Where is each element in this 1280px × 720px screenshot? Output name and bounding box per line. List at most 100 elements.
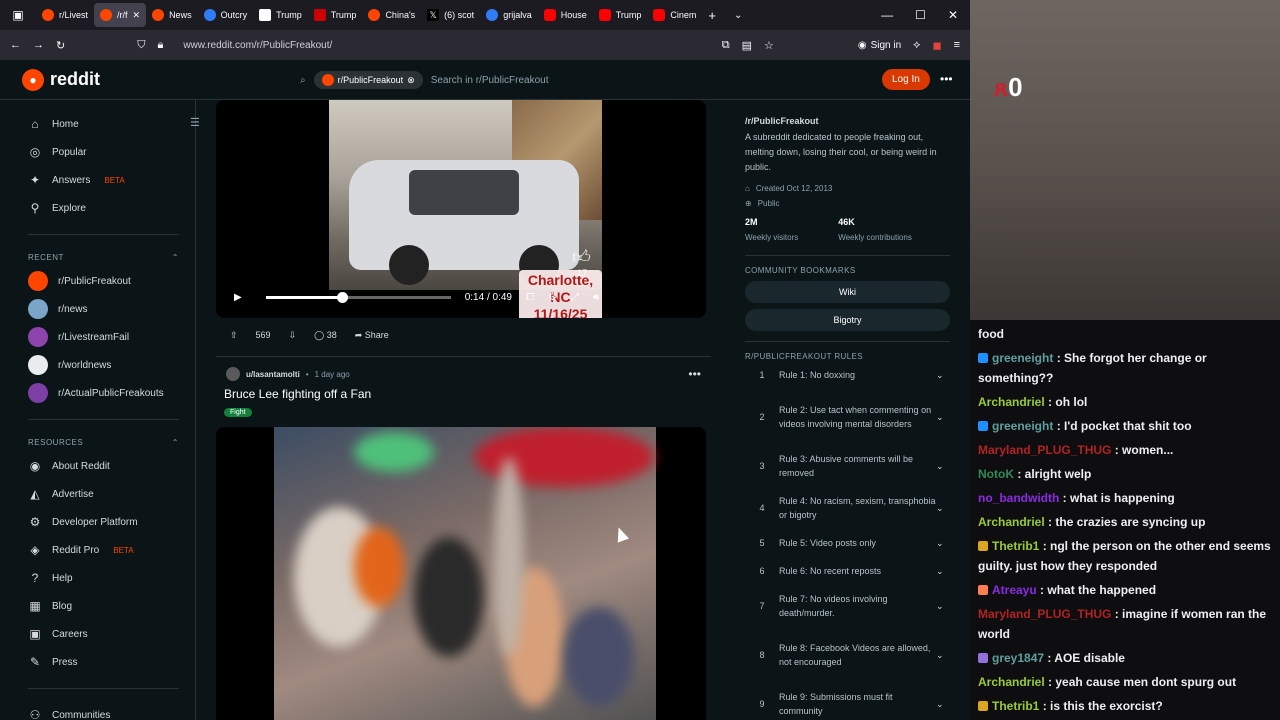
chat-username[interactable]: Archandriel (978, 675, 1045, 689)
browser-tab[interactable]: Trump (593, 0, 648, 30)
sidebar-item-community[interactable]: r/PublicFreakout (28, 267, 179, 295)
sidebar-item-help[interactable]: ? Help (28, 564, 179, 592)
forward-icon[interactable]: → (33, 39, 44, 51)
close-tab-icon[interactable]: ✕ (133, 10, 141, 21)
browser-tab[interactable]: Trump (308, 0, 363, 30)
sidebar-item-answers[interactable]: ✦ Answers BETA (28, 166, 179, 194)
clear-chip-icon[interactable]: ⊗ (407, 75, 415, 86)
rule-item[interactable]: 1 Rule 1: No doxxing ⌄ (745, 361, 950, 389)
sidebar-item-community[interactable]: r/news (28, 295, 179, 323)
sidebar-collapse-icon[interactable]: ☰ (190, 116, 200, 129)
maximize-icon[interactable]: ☐ (915, 8, 926, 22)
browser-tab[interactable]: /r/f ✕ (94, 3, 147, 27)
chat-username[interactable]: Atreayu (992, 583, 1037, 597)
post-more-icon[interactable]: ••• (688, 367, 701, 381)
more-options-icon[interactable]: ••• (940, 72, 953, 86)
chat-username[interactable]: grey1847 (992, 651, 1044, 665)
video-player[interactable] (216, 427, 706, 720)
sidebar-item-community[interactable]: r/worldnews (28, 351, 179, 379)
new-tab-icon[interactable]: + (708, 8, 716, 23)
tab-list-icon[interactable]: ▣ (0, 8, 36, 22)
reader-view-icon[interactable]: ▤ (742, 39, 752, 52)
back-icon[interactable]: ← (10, 39, 21, 51)
chat-username[interactable]: no_bandwidth (978, 491, 1059, 505)
rule-item[interactable]: 5 Rule 5: Video posts only ⌄ (745, 529, 950, 557)
url-bar[interactable]: www.reddit.com/r/PublicFreakout/ (183, 40, 709, 51)
sidebar-item-community[interactable]: r/LivestreamFail (28, 323, 179, 351)
chat-username[interactable]: greeneight (992, 351, 1053, 365)
close-window-icon[interactable]: ✕ (948, 8, 958, 22)
settings-gear-icon[interactable]: ⚙ (548, 292, 557, 303)
resources-section-header[interactable]: RESOURCES ⌃ (28, 432, 179, 452)
browser-tab[interactable]: grijalva (480, 0, 538, 30)
browser-tab[interactable]: China's (362, 0, 421, 30)
comments-button[interactable]: ◯ 38 (314, 330, 337, 341)
progress-handle[interactable] (336, 292, 348, 303)
search-input[interactable]: Search in r/PublicFreakout (431, 75, 549, 86)
sidebar-item-popular[interactable]: ◎ Popular (28, 138, 179, 166)
chat-username[interactable]: NotoK (978, 467, 1014, 481)
share-button[interactable]: ➦ Share (355, 330, 389, 341)
bookmark-button[interactable]: Wiki (745, 281, 950, 303)
bookmark-star-icon[interactable]: ☆ (764, 39, 774, 52)
chat-username[interactable]: greeneight (992, 419, 1053, 433)
sidebar-item-home[interactable]: ⌂ Home (28, 110, 179, 138)
browser-tab[interactable]: r/Livest (36, 0, 94, 30)
video-player[interactable]: Charlotte, NC 11/16/25 👍︎ 17 ▶ 0:14 / 0:… (216, 100, 706, 318)
recent-section-header[interactable]: RECENT ⌃ (28, 247, 179, 267)
shield-icon[interactable]: ⛉ (137, 39, 145, 52)
subreddit-search-chip[interactable]: r/PublicFreakout ⊗ (313, 71, 423, 89)
captions-icon[interactable]: ⧠ (526, 292, 534, 303)
video-progress-bar[interactable] (265, 292, 451, 303)
community-title[interactable]: /r/PublicFreakout (745, 116, 950, 126)
sidebar-item-communities[interactable]: ⚇ Communities (28, 701, 179, 720)
post-flair[interactable]: Fight (224, 408, 252, 417)
bookmark-button[interactable]: Bigotry (745, 309, 950, 331)
avatar[interactable] (226, 367, 240, 381)
browser-tab[interactable]: News (146, 0, 198, 30)
fullscreen-icon[interactable]: ⤢ (571, 292, 579, 303)
extension-badge-icon[interactable]: ◼ (932, 39, 941, 52)
login-button[interactable]: Log In (882, 69, 930, 90)
volume-icon[interactable]: 🔊︎ (593, 292, 599, 303)
rule-item[interactable]: 4 Rule 4: No racism, sexism, transphobia … (745, 487, 950, 529)
sidebar-item-about-reddit[interactable]: ◉ About Reddit (28, 452, 179, 480)
play-icon[interactable]: ▶ (234, 292, 242, 303)
upvote-button[interactable]: ⇧ (230, 330, 238, 341)
browser-tab[interactable]: Outcry (198, 0, 254, 30)
browser-tab[interactable]: 𝕏 (6) scot (421, 0, 480, 30)
chat-username[interactable]: Archandriel (978, 515, 1045, 529)
post-author[interactable]: u/lasantamolti (246, 370, 300, 379)
rule-item[interactable]: 8 Rule 8: Facebook Videos are allowed, no… (745, 627, 950, 683)
app-menu-icon[interactable]: ≡ (954, 39, 960, 51)
rule-item[interactable]: 3 Rule 3: Abusive comments will be remove… (745, 445, 950, 487)
browser-tab[interactable]: Cinem (647, 0, 702, 30)
search-bar[interactable]: ⌕ r/PublicFreakout ⊗ Search in r/PublicF… (300, 68, 660, 92)
rule-item[interactable]: 9 Rule 9: Submissions must fit community ⌄ (745, 683, 950, 720)
browser-tab[interactable]: House (538, 0, 593, 30)
sidebar-item-careers[interactable]: ▣ Careers (28, 620, 179, 648)
post-title[interactable]: Bruce Lee fighting off a Fan (216, 387, 711, 401)
sidebar-item-advertise[interactable]: ◭ Advertise (28, 480, 179, 508)
chat-username[interactable]: Maryland_PLUG_THUG (978, 443, 1111, 457)
rule-item[interactable]: 6 Rule 6: No recent reposts ⌄ (745, 557, 950, 585)
sidebar-item-developer-platform[interactable]: ⚙ Developer Platform (28, 508, 179, 536)
picture-in-picture-icon[interactable]: ⧉ (722, 39, 730, 52)
sign-in-button[interactable]: ◉ Sign in (858, 40, 901, 51)
chevron-down-icon[interactable]: ⌄ (734, 10, 742, 21)
rule-item[interactable]: 7 Rule 7: No videos involving death/murde… (745, 585, 950, 627)
rule-item[interactable]: 2 Rule 2: Use tact when commenting on vid… (745, 389, 950, 445)
browser-tab[interactable]: Trump (253, 0, 308, 30)
reload-icon[interactable]: ↻ (56, 39, 65, 52)
chat-username[interactable]: Maryland_PLUG_THUG (978, 607, 1111, 621)
sidebar-item-explore[interactable]: ⚲ Explore (28, 194, 179, 222)
reddit-logo[interactable]: ● reddit (22, 68, 100, 91)
chat-username[interactable]: Thetrib1 (992, 539, 1039, 553)
downvote-button[interactable]: ⇩ (289, 330, 297, 341)
lock-icon[interactable]: 🔒︎ (157, 39, 163, 52)
chat-username[interactable]: Archandriel (978, 395, 1045, 409)
extensions-icon[interactable]: ⟡ (913, 39, 920, 52)
sidebar-item-community[interactable]: r/ActualPublicFreakouts (28, 379, 179, 407)
minimize-icon[interactable]: — (881, 8, 893, 22)
sidebar-item-press[interactable]: ✎ Press (28, 648, 179, 676)
